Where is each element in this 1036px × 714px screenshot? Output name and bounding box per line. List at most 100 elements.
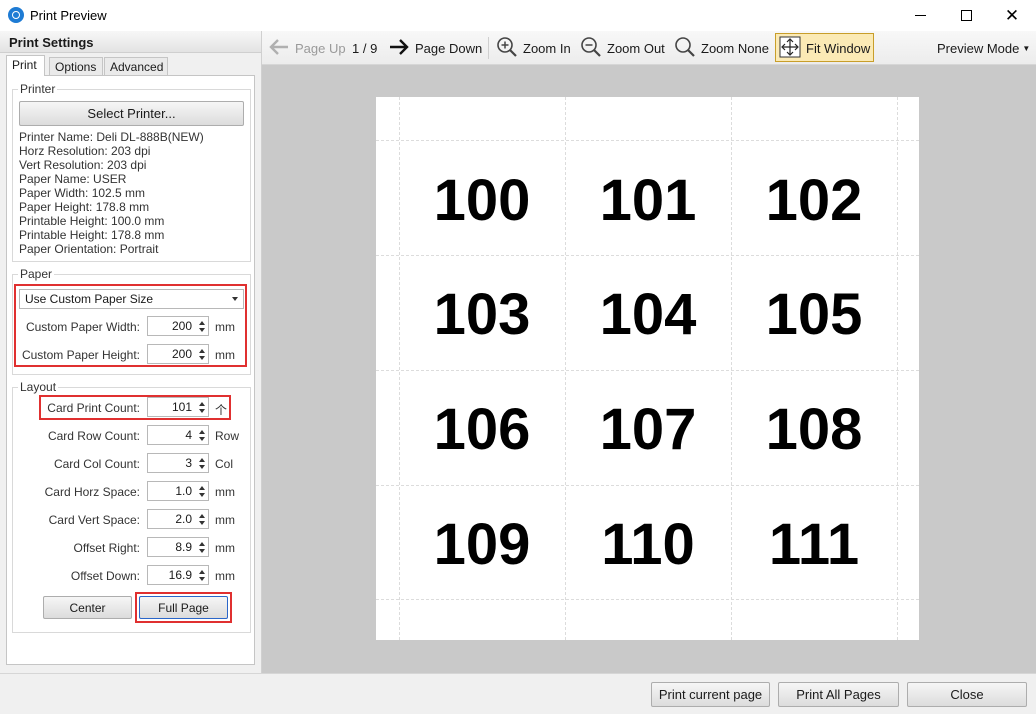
custom-height-unit: mm <box>215 348 235 362</box>
spin-down-icon[interactable] <box>199 328 205 332</box>
zoom-out-icon <box>580 36 602 61</box>
close-window-button[interactable]: ✕ <box>989 0 1035 31</box>
card-col-count-stepper[interactable]: 3 <box>147 453 209 473</box>
card-row-count-label: Card Row Count: <box>47 429 140 443</box>
spin-up-icon[interactable] <box>199 542 205 546</box>
page-down-label: Page Down <box>415 40 483 56</box>
card-label: 104 <box>599 282 697 347</box>
spin-up-icon[interactable] <box>199 430 205 434</box>
preview-mode-label: Preview Mode <box>937 40 1020 56</box>
spin-down-icon[interactable] <box>199 549 205 553</box>
tab-options[interactable]: Options <box>49 57 103 76</box>
offset-right-value: 8.9 <box>175 540 192 554</box>
guide-line <box>376 485 919 486</box>
guide-line <box>897 97 898 640</box>
card-label: 103 <box>433 282 531 347</box>
spin-down-icon[interactable] <box>199 521 205 525</box>
arrow-left-icon <box>268 38 290 59</box>
card-label: 102 <box>765 168 863 233</box>
offset-down-stepper[interactable]: 16.9 <box>147 565 209 585</box>
page-up-button[interactable]: Page Up <box>268 31 346 65</box>
fit-window-icon <box>779 36 801 61</box>
close-button[interactable]: Close <box>907 682 1027 707</box>
full-page-button[interactable]: Full Page <box>139 596 228 619</box>
spin-up-icon[interactable] <box>199 458 205 462</box>
arrow-right-icon <box>388 38 410 59</box>
custom-width-value: 200 <box>171 319 192 333</box>
select-printer-button[interactable]: Select Printer... <box>19 101 244 126</box>
guide-line <box>565 97 566 640</box>
spin-down-icon[interactable] <box>199 356 205 360</box>
custom-width-stepper[interactable]: 200 <box>147 316 209 336</box>
print-all-pages-button[interactable]: Print All Pages <box>778 682 899 707</box>
card-print-count-value: 101 <box>171 400 192 414</box>
spin-down-icon[interactable] <box>199 493 205 497</box>
layout-group-label: Layout <box>18 380 59 394</box>
card-row-count-stepper[interactable]: 4 <box>147 425 209 445</box>
preview-mode-dropdown[interactable]: Preview Mode ▼ <box>937 31 1030 65</box>
card-horz-space-stepper[interactable]: 1.0 <box>147 481 209 501</box>
guide-line <box>376 599 919 600</box>
custom-height-stepper[interactable]: 200 <box>147 344 209 364</box>
preview-toolbar: Page Up 1 / 9 Page Down Zoom In Zoom Out… <box>262 31 1036 65</box>
spin-down-icon[interactable] <box>199 437 205 441</box>
card-col-count-value: 3 <box>185 456 192 470</box>
preview-area: 100 101 102 103 104 105 106 107 108 109 … <box>262 65 1036 673</box>
custom-width-unit: mm <box>215 320 235 334</box>
card-label: 100 <box>433 168 531 233</box>
spin-up-icon[interactable] <box>199 570 205 574</box>
zoom-in-button[interactable]: Zoom In <box>496 31 571 65</box>
zoom-in-icon <box>496 36 518 61</box>
card-label: 105 <box>765 282 863 347</box>
tab-advanced[interactable]: Advanced <box>104 57 168 76</box>
printable-width: Printable Height: 100.0 mm <box>19 214 165 228</box>
offset-right-stepper[interactable]: 8.9 <box>147 537 209 557</box>
footer-bar: Print current page Print All Pages Close <box>0 673 1036 714</box>
card-horz-space-label: Card Horz Space: <box>44 485 140 499</box>
paper-group-label: Paper <box>18 267 55 281</box>
spin-down-icon[interactable] <box>199 577 205 581</box>
card-label: 107 <box>599 397 697 462</box>
spin-up-icon[interactable] <box>199 321 205 325</box>
zoom-none-button[interactable]: Zoom None <box>674 31 769 65</box>
tab-print[interactable]: Print <box>6 55 45 76</box>
paper-name: Paper Name: USER <box>19 172 127 186</box>
card-label: 101 <box>599 168 697 233</box>
chevron-down-icon <box>232 297 238 301</box>
custom-height-label: Custom Paper Height: <box>21 348 140 362</box>
spin-up-icon[interactable] <box>199 402 205 406</box>
fit-window-button[interactable]: Fit Window <box>779 31 870 65</box>
spin-down-icon[interactable] <box>199 409 205 413</box>
window-title: Print Preview <box>30 8 107 23</box>
toolbar-separator <box>488 37 489 59</box>
card-label: 111 <box>768 512 860 577</box>
card-label: 108 <box>765 397 863 462</box>
offset-right-unit: mm <box>215 541 235 555</box>
maximize-icon <box>960 10 972 21</box>
paper-size-select[interactable]: Use Custom Paper Size <box>19 289 244 309</box>
minimize-button[interactable] <box>897 0 943 31</box>
app-icon <box>8 7 24 23</box>
offset-down-value: 16.9 <box>168 568 192 582</box>
card-row-count-value: 4 <box>185 428 192 442</box>
custom-height-value: 200 <box>171 347 192 361</box>
page-down-button[interactable]: Page Down <box>388 31 482 65</box>
center-button[interactable]: Center <box>43 596 132 619</box>
spin-up-icon[interactable] <box>199 349 205 353</box>
guide-line <box>376 140 919 141</box>
spin-up-icon[interactable] <box>199 486 205 490</box>
paper-orientation: Paper Orientation: Portrait <box>19 242 159 256</box>
zoom-out-button[interactable]: Zoom Out <box>580 31 665 65</box>
title-bar: Print Preview ✕ <box>0 0 1036 31</box>
card-vert-space-stepper[interactable]: 2.0 <box>147 509 209 529</box>
settings-header: Print Settings <box>0 31 261 53</box>
custom-width-label: Custom Paper Width: <box>25 320 140 334</box>
close-icon: ✕ <box>1004 6 1020 25</box>
print-current-page-button[interactable]: Print current page <box>651 682 770 707</box>
card-print-count-stepper[interactable]: 101 <box>147 397 209 417</box>
spin-up-icon[interactable] <box>199 514 205 518</box>
maximize-button[interactable] <box>943 0 989 31</box>
spin-down-icon[interactable] <box>199 465 205 469</box>
horz-resolution: Horz Resolution: 203 dpi <box>19 144 151 158</box>
guide-line <box>731 97 732 640</box>
